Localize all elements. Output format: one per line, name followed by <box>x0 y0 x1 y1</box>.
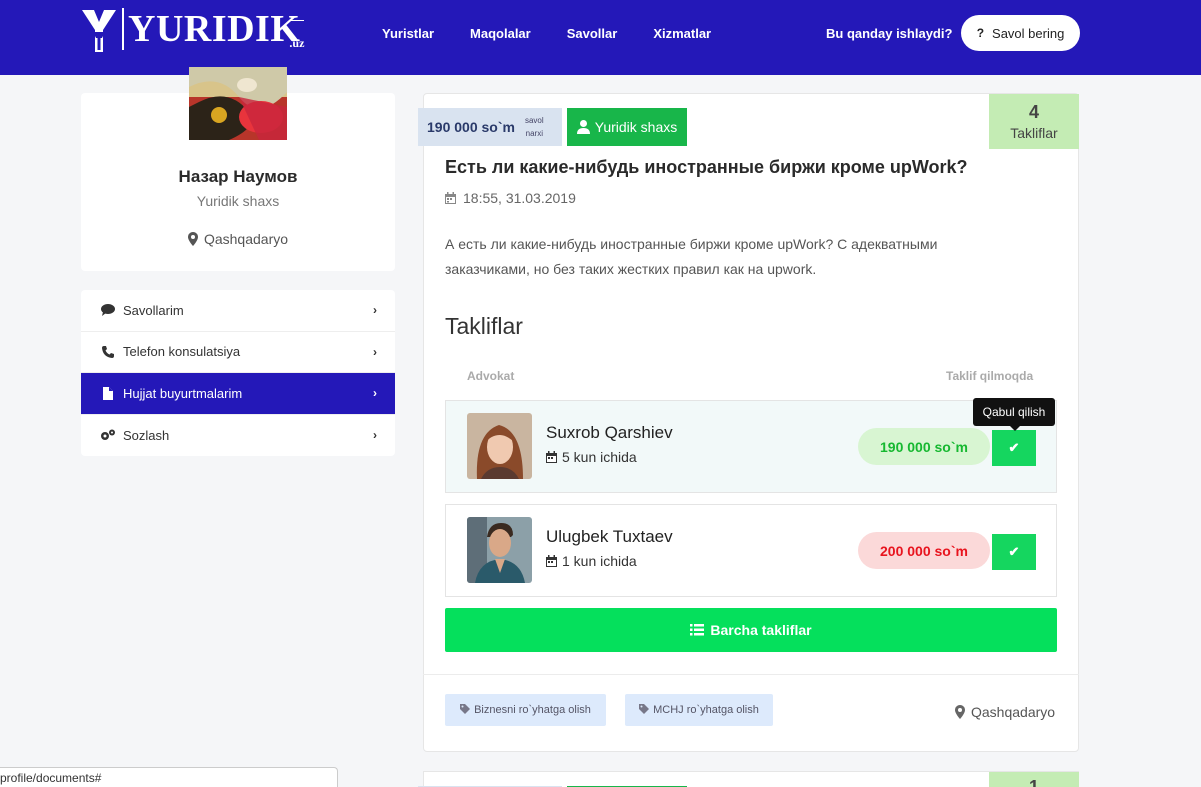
how-it-works-link[interactable]: Bu qanday ishlaydi? <box>826 26 952 41</box>
column-header-lawyer: Advokat <box>467 369 515 383</box>
calendar-icon <box>445 192 456 204</box>
sidebar-item-settings[interactable]: Sozlash › <box>81 415 395 457</box>
sidebar-menu: Savollarim › Telefon konsulatsiya › Hujj… <box>81 290 395 456</box>
question-title[interactable]: Есть ли какие-нибудь иностранные биржи к… <box>445 157 968 178</box>
gears-icon <box>99 429 117 441</box>
nav-services[interactable]: Xizmatlar <box>653 26 711 41</box>
sidebar-item-phone[interactable]: Telefon konsulatsiya › <box>81 332 395 373</box>
map-marker-icon <box>955 705 965 719</box>
profile-name: Назар Наумов <box>178 167 298 186</box>
price-label: savol narxi <box>524 116 544 138</box>
nav-articles[interactable]: Maqolalar <box>470 26 531 41</box>
next-offers-count: 1 <box>989 772 1079 787</box>
all-offers-button[interactable]: Barcha takliflar <box>445 608 1057 652</box>
top-navbar: YURIDIK .uz Yuristlar Maqolalar Savollar… <box>0 0 1201 75</box>
logo-text: YURIDIK .uz <box>122 8 305 50</box>
calendar-icon <box>546 451 557 463</box>
offers-heading: Takliflar <box>445 313 523 339</box>
sidebar-item-label: Sozlash <box>123 427 170 443</box>
logo-suffix: .uz <box>289 20 305 64</box>
entity-type-badge: Yuridik shaxs <box>567 108 687 146</box>
offers-count-label: Takliflar <box>1010 125 1058 141</box>
tag-icon <box>639 703 650 717</box>
logo-mark-icon <box>80 8 118 54</box>
offer-price: 190 000 so`m <box>858 428 990 465</box>
question-mark-icon: ? <box>976 26 985 40</box>
lawyer-name[interactable]: Ulugbek Tuxtaev <box>546 527 673 547</box>
question-price: 190 000 so`m <box>427 119 515 135</box>
user-icon <box>576 120 590 134</box>
sidebar-item-documents[interactable]: Hujjat buyurtmalarim › <box>81 373 395 415</box>
ask-question-label: Savol bering <box>992 25 1065 41</box>
column-header-offer: Taklif qilmoqda <box>946 369 1034 383</box>
main-nav: Yuristlar Maqolalar Savollar Xizmatlar <box>382 26 747 41</box>
check-icon: ✔ <box>1008 440 1020 455</box>
phone-icon <box>99 345 117 358</box>
sidebar-item-label: Telefon konsulatsiya <box>123 344 241 360</box>
question-location: Qashqadaryo <box>955 704 1055 720</box>
profile-location: Qashqadaryo <box>81 231 395 247</box>
lawyer-avatar[interactable] <box>467 413 532 479</box>
browser-status-url: profile/documents# <box>0 767 338 787</box>
offers-count: 4 <box>1028 102 1039 122</box>
offers-count-box: 4 Takliflar <box>989 94 1079 149</box>
lawyer-name[interactable]: Suxrob Qarshiev <box>546 423 673 443</box>
chevron-right-icon: › <box>373 344 377 359</box>
profile-location-text: Qashqadaryo <box>203 231 289 247</box>
entity-type-label: Yuridik shaxs <box>594 119 678 135</box>
calendar-icon <box>546 555 557 567</box>
question-body: А есть ли какие-нибудь иностранные биржи… <box>445 236 938 277</box>
map-marker-icon <box>187 232 198 246</box>
document-icon <box>99 386 117 400</box>
question-date-text: 18:55, 31.03.2019 <box>463 190 576 206</box>
ask-question-button[interactable]: ? Savol bering <box>961 15 1080 51</box>
offer-price: 200 000 so`m <box>858 532 990 569</box>
offer-row: Suxrob Qarshiev 5 kun ichida 190 000 so`… <box>445 400 1057 493</box>
nav-questions[interactable]: Savollar <box>567 26 618 41</box>
card-divider <box>423 674 1079 675</box>
profile-avatar[interactable] <box>189 67 287 140</box>
site-logo[interactable]: YURIDIK .uz <box>80 8 305 56</box>
lawyer-avatar[interactable] <box>467 517 532 583</box>
question-date: 18:55, 31.03.2019 <box>445 190 576 206</box>
list-icon <box>690 624 705 636</box>
comment-icon <box>99 304 117 317</box>
next-question-card <box>423 771 1079 787</box>
chevron-right-icon: › <box>373 428 377 443</box>
question-price-badge: 190 000 so`m savol narxi <box>418 108 562 146</box>
check-icon: ✔ <box>1008 544 1020 559</box>
sidebar-item-label: Hujjat buyurtmalarim <box>123 385 243 401</box>
chevron-right-icon: › <box>373 386 377 401</box>
accept-offer-button[interactable]: ✔ <box>992 534 1036 570</box>
all-offers-label: Barcha takliflar <box>710 622 812 638</box>
category-tag[interactable]: Biznesni ro`yhatga olish <box>445 694 606 726</box>
sidebar-item-label: Savollarim <box>123 302 184 318</box>
nav-lawyers[interactable]: Yuristlar <box>382 26 434 41</box>
accept-offer-button[interactable]: ✔ <box>992 430 1036 466</box>
offer-row: Ulugbek Tuxtaev 1 kun ichida 200 000 so`… <box>445 504 1057 597</box>
chevron-right-icon: › <box>373 303 377 318</box>
lawyer-delivery-time: 5 kun ichida <box>546 449 637 465</box>
sidebar-item-questions[interactable]: Savollarim › <box>81 290 395 332</box>
profile-type: Yuridik shaxs <box>196 193 280 209</box>
lawyer-delivery-time: 1 kun ichida <box>546 553 637 569</box>
accept-tooltip: Qabul qilish <box>973 398 1055 431</box>
tag-icon <box>460 703 471 717</box>
category-tag[interactable]: MCHJ ro`yhatga olish <box>625 694 773 726</box>
